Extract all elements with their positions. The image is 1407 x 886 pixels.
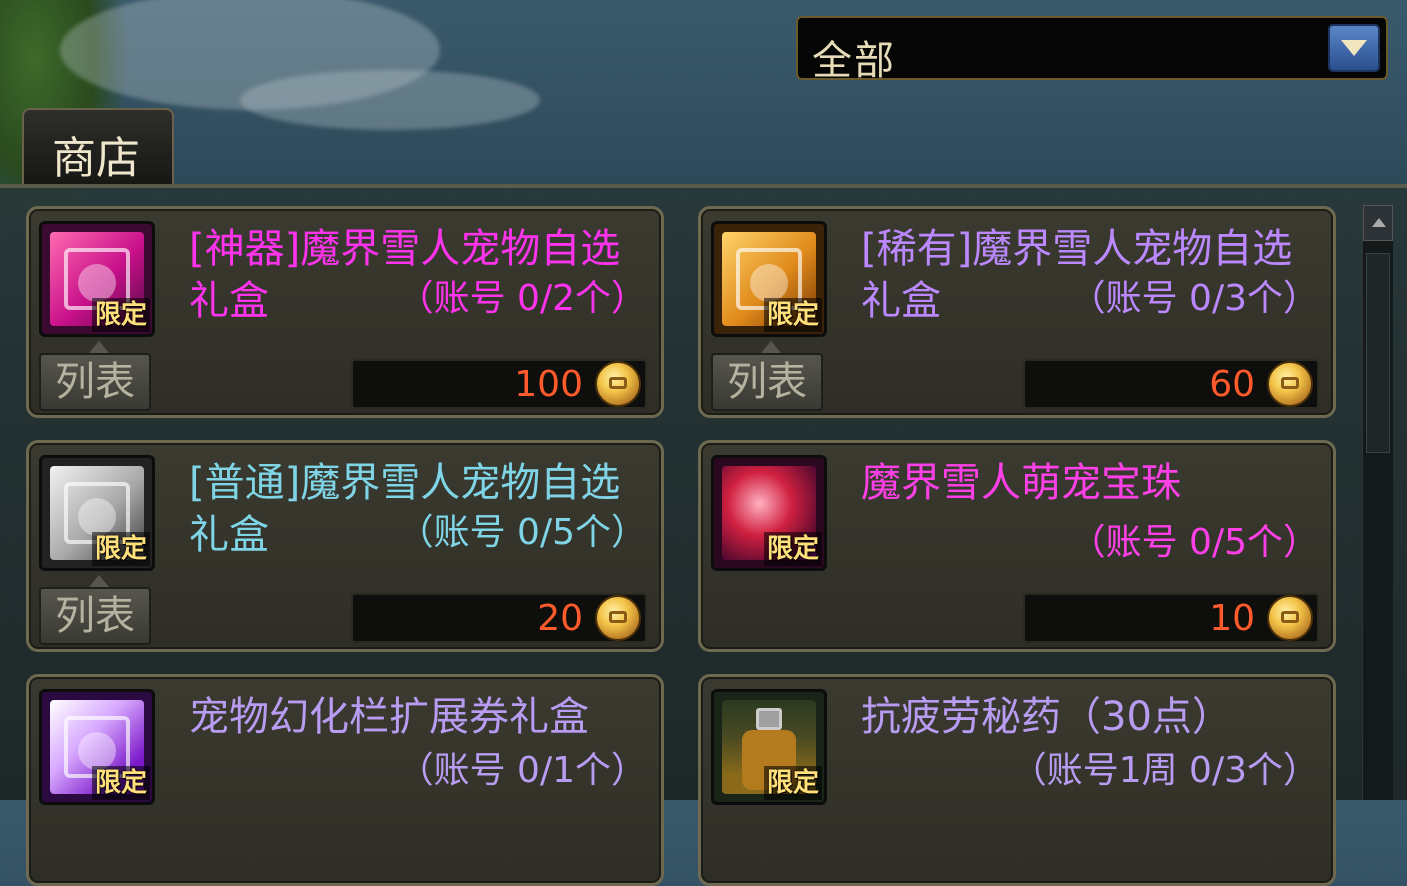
coin-icon bbox=[1267, 361, 1313, 407]
item-purchase-limit: （账号1周 0/3个） bbox=[1010, 750, 1319, 791]
coin-icon bbox=[595, 595, 641, 641]
item-price: 100 bbox=[514, 364, 583, 405]
item-name: 抗疲劳秘药（30点） bbox=[861, 694, 1232, 740]
item-name: 宠物幻化栏扩展券礼盒 bbox=[189, 694, 589, 740]
price-box: 100 bbox=[351, 359, 647, 409]
item-price: 60 bbox=[1209, 364, 1255, 405]
item-name: 魔界雪人萌宠宝珠 bbox=[861, 460, 1181, 506]
coin-icon bbox=[595, 361, 641, 407]
list-button[interactable]: 列表 bbox=[39, 341, 151, 411]
shop-item[interactable]: 限定 列表 [神器]魔界雪人宠物自选礼盒 （账号 0/2个） 100 bbox=[26, 206, 664, 418]
item-price: 20 bbox=[537, 598, 583, 639]
item-purchase-limit: （账号 0/5个） bbox=[1069, 522, 1319, 563]
scroll-thumb[interactable] bbox=[1366, 253, 1390, 453]
limited-badge: 限定 bbox=[91, 298, 150, 332]
shop-item[interactable]: 限定 列表 [稀有]魔界雪人宠物自选礼盒 （账号 0/3个） 60 bbox=[698, 206, 1336, 418]
limited-badge: 限定 bbox=[763, 532, 822, 566]
rare-gift-box-icon[interactable]: 限定 bbox=[711, 221, 827, 337]
tab-shop-label: 商店 bbox=[52, 133, 140, 184]
item-purchase-limit: （账号 0/5个） bbox=[397, 512, 647, 553]
list-button[interactable]: 列表 bbox=[711, 341, 823, 411]
item-purchase-limit: （账号 0/3个） bbox=[1069, 278, 1319, 319]
scroll-up-button[interactable] bbox=[1363, 205, 1393, 241]
scrollbar[interactable] bbox=[1362, 205, 1393, 800]
background-cloud bbox=[240, 70, 540, 130]
artifact-gift-box-icon[interactable]: 限定 bbox=[39, 221, 155, 337]
category-filter-dropdown[interactable]: 全部 bbox=[796, 16, 1388, 84]
limited-badge: 限定 bbox=[763, 766, 822, 800]
chevron-down-icon[interactable] bbox=[1328, 24, 1380, 72]
item-price: 10 bbox=[1209, 598, 1255, 639]
fatigue-potion-icon[interactable]: 限定 bbox=[711, 689, 827, 805]
limited-badge: 限定 bbox=[91, 532, 150, 566]
item-purchase-limit: （账号 0/2个） bbox=[397, 278, 647, 319]
shop-item[interactable]: 限定 列表 [普通]魔界雪人宠物自选礼盒 （账号 0/5个） 20 bbox=[26, 440, 664, 652]
tab-shop[interactable]: 商店 bbox=[22, 108, 174, 186]
shop-item[interactable]: 限定 抗疲劳秘药（30点） （账号1周 0/3个） bbox=[698, 674, 1336, 886]
dropdown-selected-value: 全部 bbox=[812, 38, 896, 84]
coin-icon bbox=[1267, 595, 1313, 641]
limited-badge: 限定 bbox=[763, 298, 822, 332]
list-button[interactable]: 列表 bbox=[39, 575, 151, 645]
price-box: 60 bbox=[1023, 359, 1319, 409]
shop-item[interactable]: 限定 魔界雪人萌宠宝珠 （账号 0/5个） 10 bbox=[698, 440, 1336, 652]
shop-item[interactable]: 限定 宠物幻化栏扩展券礼盒 （账号 0/1个） bbox=[26, 674, 664, 886]
price-box: 10 bbox=[1023, 593, 1319, 643]
panel-divider bbox=[0, 184, 1407, 188]
item-purchase-limit: （账号 0/1个） bbox=[397, 750, 647, 791]
pet-orb-icon[interactable]: 限定 bbox=[711, 455, 827, 571]
normal-gift-box-icon[interactable]: 限定 bbox=[39, 455, 155, 571]
limited-badge: 限定 bbox=[91, 766, 150, 800]
price-box: 20 bbox=[351, 593, 647, 643]
pet-ticket-box-icon[interactable]: 限定 bbox=[39, 689, 155, 805]
